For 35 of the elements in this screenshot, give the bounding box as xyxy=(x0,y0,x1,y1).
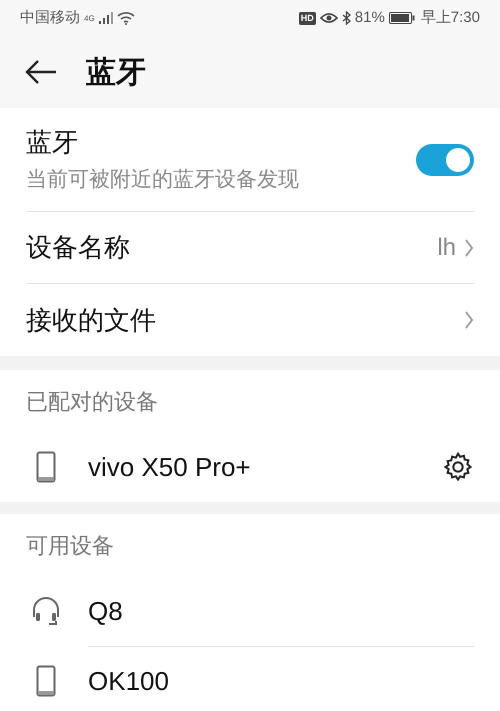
device-row[interactable]: vivo X50 Pro+ xyxy=(0,432,500,502)
settings-row[interactable]: 设备名称 lh xyxy=(26,212,474,284)
device-row[interactable]: OK100 xyxy=(0,646,500,711)
bluetooth-toggle[interactable] xyxy=(416,144,474,176)
section-heading: 可用设备 xyxy=(26,532,114,560)
hd-badge: HD xyxy=(298,12,316,24)
wifi-icon xyxy=(116,11,135,25)
setting-label: 接收的文件 xyxy=(26,304,156,336)
setting-value: lh xyxy=(437,232,456,262)
setting-description: 当前可被附近的蓝牙设备发现 xyxy=(26,167,299,194)
settings-icon[interactable] xyxy=(442,451,474,483)
chevron-right-icon xyxy=(464,238,474,258)
section-heading: 已配对的设备 xyxy=(26,388,158,416)
device-name: Q8 xyxy=(88,594,123,628)
network-type: 4G xyxy=(84,12,95,25)
page-title: 蓝牙 xyxy=(86,54,146,90)
chevron-right-icon xyxy=(464,310,474,330)
device-name: OK100 xyxy=(88,665,169,698)
back-arrow-icon[interactable] xyxy=(24,59,58,85)
headset-icon xyxy=(31,595,61,627)
settings-row[interactable]: 接收的文件 xyxy=(26,284,474,356)
device-name: vivo X50 Pro+ xyxy=(88,450,251,484)
toggle-knob xyxy=(446,148,470,172)
eye-icon xyxy=(320,12,338,24)
phone-icon xyxy=(36,451,56,483)
phone-icon xyxy=(36,665,56,697)
setting-label: 设备名称 xyxy=(26,231,130,264)
bluetooth-icon xyxy=(342,11,351,25)
clock-time: 早上7:30 xyxy=(420,8,480,28)
battery-icon xyxy=(388,12,415,24)
battery-percent: 81% xyxy=(354,8,385,28)
carrier-name: 中国移动 xyxy=(20,8,80,28)
signal-icon xyxy=(98,12,113,24)
device-row[interactable]: Q8 xyxy=(0,576,500,646)
setting-label: 蓝牙 xyxy=(26,126,79,160)
